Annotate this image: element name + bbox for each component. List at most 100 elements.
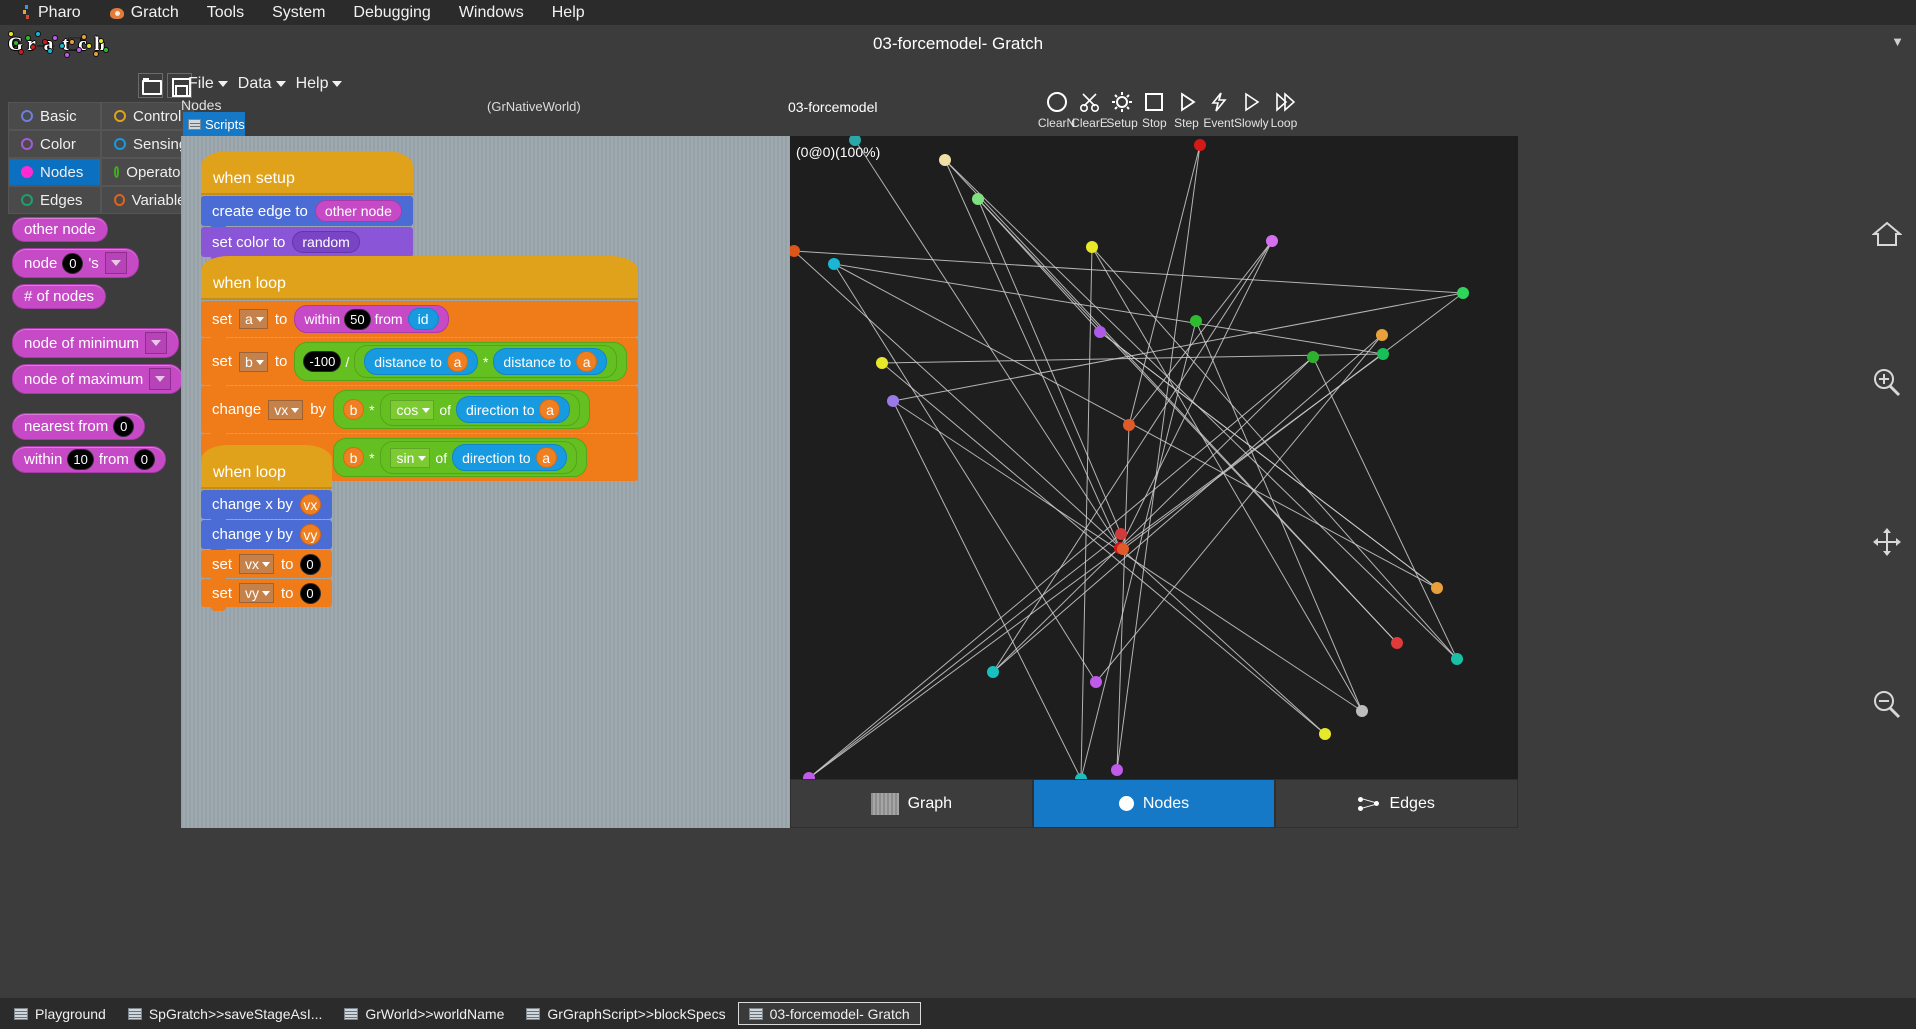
distance-to-reporter[interactable]: distance to a [493, 348, 608, 375]
stage-tab-edges[interactable]: Edges [1275, 779, 1519, 828]
script-block[interactable]: change x by vx [201, 490, 332, 523]
menu-pharo[interactable]: Pharo [8, 0, 95, 25]
within-from-reporter[interactable]: within 50 from id [294, 305, 449, 333]
control-clearn-button[interactable]: ClearN [1038, 90, 1075, 138]
palette-block-within-from[interactable]: within 10 from 0 [12, 446, 166, 473]
hat-block[interactable]: when loop [201, 256, 639, 300]
variable-reporter[interactable]: a [535, 447, 557, 468]
variable-reporter[interactable]: a [539, 399, 561, 420]
id-reporter[interactable]: id [407, 308, 439, 330]
graph-node[interactable] [1115, 528, 1127, 540]
distance-to-reporter[interactable]: distance to a [364, 348, 478, 375]
variable-dropdown[interactable]: a [239, 309, 268, 329]
script-block[interactable]: set b to -100/distance to a * distance to a [201, 338, 639, 389]
home-icon[interactable] [1866, 213, 1908, 255]
graph-node[interactable] [1356, 705, 1368, 717]
palette-block-other-node[interactable]: other node [12, 217, 108, 242]
variable-reporter[interactable]: a [576, 351, 598, 372]
hat-block[interactable]: when loop [201, 445, 332, 489]
number-input[interactable]: 0 [114, 417, 134, 436]
variable-reporter[interactable]: b [343, 447, 365, 468]
graph-node[interactable] [972, 193, 984, 205]
graph-node[interactable] [1376, 329, 1388, 341]
graph-node[interactable] [1431, 582, 1443, 594]
divide-operator[interactable]: -100/distance to a * distance to a [294, 342, 628, 381]
number-input[interactable]: -100 [304, 352, 341, 371]
control-event-button[interactable]: Event [1203, 90, 1235, 138]
variable-reporter[interactable]: a [446, 351, 468, 372]
menu-help[interactable]: Help [538, 0, 599, 25]
open-file-button[interactable] [138, 73, 163, 98]
graph-node[interactable] [1090, 676, 1102, 688]
control-cleare-button[interactable]: ClearE [1071, 90, 1108, 138]
script-block[interactable]: change vx by b * cos of direction to a [201, 386, 639, 437]
direction-to-reporter[interactable]: direction to a [452, 444, 567, 471]
graph-node[interactable] [939, 154, 951, 166]
taskbar-item[interactable]: Playground [4, 1002, 116, 1025]
menu-tools[interactable]: Tools [193, 0, 258, 25]
graph-node[interactable] [803, 772, 815, 779]
chevron-down-icon[interactable]: ▼ [1891, 34, 1904, 49]
graph-node[interactable] [1123, 419, 1135, 431]
graph-node[interactable] [1457, 287, 1469, 299]
stage-tab-graph[interactable]: Graph [790, 779, 1033, 828]
graph-node[interactable] [1086, 241, 1098, 253]
category-edges[interactable]: Edges [8, 186, 101, 214]
script-block[interactable]: create edge to other node [201, 196, 413, 230]
control-loop-button[interactable]: Loop [1268, 90, 1300, 138]
menu-file[interactable]: File [188, 75, 228, 93]
graph-node[interactable] [876, 357, 888, 369]
color-reporter[interactable]: random [292, 231, 360, 253]
control-stop-button[interactable]: Stop [1138, 90, 1170, 138]
variable-reporter[interactable]: b [343, 399, 365, 420]
palette-block-nearest-from[interactable]: nearest from 0 [12, 413, 146, 440]
category-nodes[interactable]: Nodes [8, 158, 101, 186]
operator-dropdown[interactable]: cos [389, 399, 435, 420]
graph-stage[interactable]: (0@0)(100%) [790, 136, 1518, 779]
palette-block-node-of-minimum[interactable]: node of minimum [12, 328, 180, 358]
graph-node[interactable] [1391, 637, 1403, 649]
stage-tab-nodes[interactable]: Nodes [1032, 779, 1276, 828]
graph-node[interactable] [1307, 351, 1319, 363]
number-input[interactable]: 0 [300, 583, 320, 603]
script-block[interactable]: set a to within 50 from id [201, 301, 639, 341]
palette-block-num-of-nodes[interactable]: # of nodes [12, 284, 107, 309]
graph-node[interactable] [1451, 653, 1463, 665]
variable-reporter[interactable]: vx [299, 494, 321, 515]
script-block[interactable]: set color to random [201, 227, 413, 261]
scripts-canvas[interactable]: when setup create edge to other node set co… [181, 136, 790, 828]
variable-dropdown[interactable]: vx [239, 554, 275, 574]
graph-node[interactable] [1094, 326, 1106, 338]
taskbar-item[interactable]: GrWorld>>worldName [334, 1002, 515, 1025]
number-input[interactable]: 0 [63, 253, 83, 273]
palette-block-node-of-maximum[interactable]: node of maximum [12, 364, 184, 394]
multiply-operator[interactable]: b * cos of direction to a [333, 390, 591, 429]
operator-dropdown[interactable]: sin [389, 447, 431, 468]
graph-node[interactable] [1194, 139, 1206, 151]
move-loop-script[interactable]: when loop change x by vx change y by vy set vx… [201, 445, 332, 611]
trig-operator[interactable]: sin of direction to a [379, 441, 577, 474]
taskbar-item[interactable]: 03-forcemodel- Gratch [737, 1002, 921, 1025]
node-reporter[interactable]: other node [314, 200, 402, 222]
multiply-operator[interactable]: b * sin of direction to a [333, 438, 587, 477]
direction-to-reporter[interactable]: direction to a [456, 396, 571, 423]
chevron-down-icon[interactable] [149, 368, 172, 390]
variable-reporter[interactable]: vy [299, 524, 321, 545]
window-titlebar[interactable]: 03-forcemodel- Gratch ▼ [0, 25, 1916, 63]
category-basic[interactable]: Basic [8, 102, 101, 130]
graph-node[interactable] [1117, 543, 1129, 555]
number-input[interactable]: 0 [134, 450, 154, 469]
menu-gratch[interactable]: Gratch [95, 0, 193, 25]
trig-operator[interactable]: cos of direction to a [379, 393, 581, 426]
variable-dropdown[interactable]: b [239, 351, 268, 372]
graph-node[interactable] [1266, 235, 1278, 247]
control-setup-button[interactable]: Setup [1106, 90, 1138, 138]
graph-node[interactable] [887, 395, 899, 407]
script-block[interactable]: set vx to 0 [201, 550, 332, 582]
graph-node[interactable] [987, 666, 999, 678]
palette-block-node-nth[interactable]: node 0 's [12, 248, 139, 278]
graph-node[interactable] [1190, 315, 1202, 327]
menu-system[interactable]: System [258, 0, 339, 25]
zoom-out-icon[interactable] [1866, 683, 1908, 725]
graph-node[interactable] [1111, 764, 1123, 776]
